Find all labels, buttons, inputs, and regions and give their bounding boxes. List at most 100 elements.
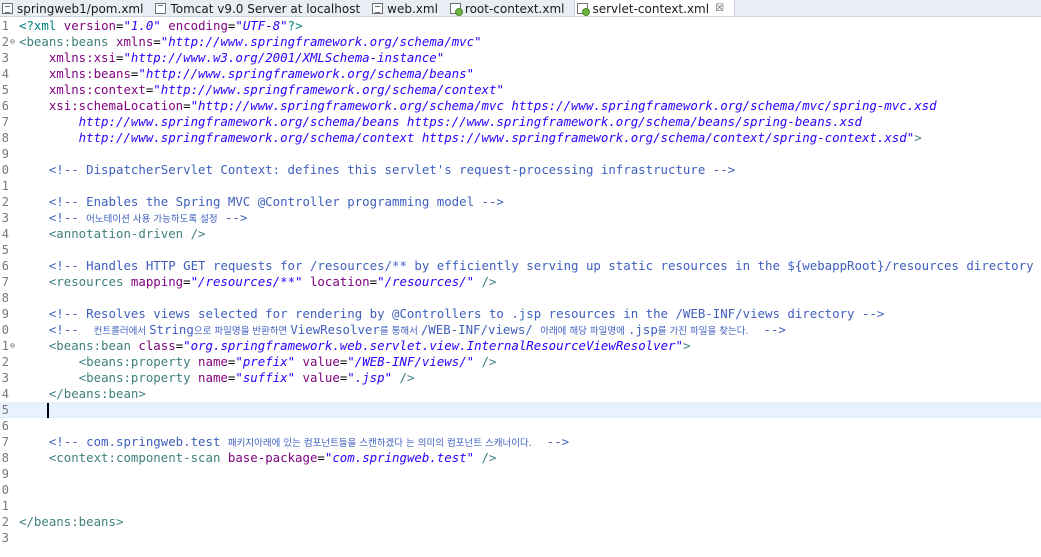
code-token: location xyxy=(309,274,370,289)
code-token: <!-- xyxy=(48,210,87,225)
code-line[interactable]: 2 <beans:property name="prefix" value="/… xyxy=(0,354,1041,370)
line-number: 9 xyxy=(1,307,9,321)
code-token: /> xyxy=(474,274,497,289)
line-number: 7 xyxy=(1,115,9,129)
code-token: ViewResolver xyxy=(290,322,380,337)
fold-toggle-icon[interactable]: ⊖ xyxy=(10,34,15,50)
code-line[interactable]: 8 http://www.springframework.org/schema/… xyxy=(0,130,1041,146)
code-token: /> xyxy=(474,450,497,465)
code-line[interactable]: 3 xmlns:xsi="http://www.w3.org/2001/XMLS… xyxy=(0,50,1041,66)
code-text: <!-- Handles HTTP GET requests for /reso… xyxy=(19,258,1041,274)
line-number: 9 xyxy=(1,467,9,481)
tab-root-context-xml[interactable]: root-context.xml xyxy=(448,0,575,16)
code-line[interactable]: 6 xsi:schemaLocation="http://www.springf… xyxy=(0,98,1041,114)
code-token: <!-- Enables the Spring MVC @Controller … xyxy=(48,194,504,209)
code-line[interactable]: 8 xyxy=(0,290,1041,306)
code-token: 으로 파일명을 반환하면 xyxy=(193,326,291,337)
code-token: <resources xyxy=(48,274,131,289)
line-number: 1 xyxy=(1,499,9,513)
code-line[interactable]: 4 <annotation-driven /> xyxy=(0,226,1041,242)
line-number: 0 xyxy=(1,163,9,177)
code-token: <!-- DispatcherServlet Context: defines … xyxy=(48,162,736,177)
code-line[interactable]: 5 xmlns:context="http://www.springframew… xyxy=(0,82,1041,98)
line-number: 8 xyxy=(1,131,9,145)
code-line[interactable]: 0 <!-- 컨트롤러에서 String으로 파일명을 반환하면 ViewRes… xyxy=(0,322,1041,338)
code-line[interactable]: 6 <!-- Handles HTTP GET requests for /re… xyxy=(0,258,1041,274)
fold-toggle-icon[interactable]: ⊖ xyxy=(10,338,15,354)
xml-file-icon xyxy=(2,3,13,14)
code-line[interactable]: 7 <resources mapping="/resources/**" loc… xyxy=(0,274,1041,290)
line-number: 8 xyxy=(1,291,9,305)
code-line[interactable]: 9 xyxy=(0,466,1041,482)
code-line[interactable]: 1 <?xml version="1.0" encoding="UTF-8"?> xyxy=(0,18,1041,34)
line-number: 8 xyxy=(1,451,9,465)
code-line[interactable]: 8 <context:component-scan base-package="… xyxy=(0,450,1041,466)
code-token: "org.springframework.web.servlet.view.In… xyxy=(183,338,683,353)
code-line[interactable]: 9 <!-- Resolves views selected for rende… xyxy=(0,306,1041,322)
code-token: > xyxy=(682,338,691,353)
code-token: "/resources/**" xyxy=(190,274,303,289)
code-line[interactable]: 0 xyxy=(0,482,1041,498)
code-token: "1.0" xyxy=(123,18,161,33)
tab-springweb1-pom-xml[interactable]: springweb1/pom.xml xyxy=(0,0,153,16)
tab-servlet-context-xml[interactable]: servlet-context.xml ☒ xyxy=(574,0,736,16)
code-token: /> xyxy=(474,354,497,369)
code-line[interactable]: 5 xyxy=(0,242,1041,258)
code-line[interactable]: 4 </beans:bean> xyxy=(0,386,1041,402)
code-token: ".jsp" xyxy=(347,370,393,385)
tab-tomcat-v9-0-server-at-localhost[interactable]: Tomcat v9.0 Server at localhost xyxy=(153,0,370,16)
code-line[interactable]: 3 <beans:property name="suffix" value=".… xyxy=(0,370,1041,386)
tab-web-xml[interactable]: web.xml xyxy=(370,0,448,16)
code-token: <!-- Handles HTTP GET requests for /reso… xyxy=(48,258,1041,273)
code-line[interactable]: 7 <!-- com.springweb.test 패키지아래에 있는 컴포넌트… xyxy=(0,434,1041,450)
code-line[interactable]: 1 ⊖ <beans:bean class="org.springframewor… xyxy=(0,338,1041,354)
code-line[interactable]: 9 xyxy=(0,146,1041,162)
code-token: http://www.springframework.org/schema/be… xyxy=(19,114,862,129)
xml-file-icon xyxy=(372,3,384,14)
code-text: xmlns:beans="http://www.springframework.… xyxy=(19,66,474,82)
code-line[interactable]: 3 <!-- 어노테이션 사용 가능하도록 설정 --> xyxy=(0,210,1041,226)
code-token: 를 통해서 xyxy=(379,326,421,337)
code-line[interactable]: 5 xyxy=(0,402,1041,418)
code-token: name xyxy=(198,354,228,369)
code-token: xmlns xyxy=(115,34,154,49)
code-line[interactable]: 4 xmlns:beans="http://www.springframewor… xyxy=(0,66,1041,82)
code-line[interactable]: 0 <!-- DispatcherServlet Context: define… xyxy=(0,162,1041,178)
code-line[interactable]: 1 xyxy=(0,498,1041,514)
code-token: "http://www.w3.org/2001/XMLSchema-instan… xyxy=(123,50,445,65)
code-line[interactable]: 1 xyxy=(0,178,1041,194)
code-line[interactable]: 2 ⊖ <beans:beans xmlns="http://www.springf… xyxy=(0,34,1041,50)
line-number: 0 xyxy=(1,483,9,497)
code-line[interactable]: 7 http://www.springframework.org/schema/… xyxy=(0,114,1041,130)
tab-label: servlet-context.xml xyxy=(592,1,710,16)
code-token: "http://www.springframework.org/schema/m… xyxy=(160,34,482,49)
code-token: version xyxy=(63,18,116,33)
line-number: 7 xyxy=(1,435,9,449)
line-number: 5 xyxy=(1,243,9,257)
code-token: value xyxy=(302,354,340,369)
code-token: --> xyxy=(748,322,786,337)
line-number: 2 xyxy=(1,35,9,49)
code-line[interactable]: 2 </beans:beans> xyxy=(0,514,1041,530)
code-text: <beans:beans xmlns="http://www.springfra… xyxy=(19,34,482,50)
code-text: <beans:bean class="org.springframework.w… xyxy=(19,338,691,354)
code-text: http://www.springframework.org/schema/co… xyxy=(19,130,922,146)
close-tab-icon[interactable]: ☒ xyxy=(715,3,724,14)
line-number: 3 xyxy=(1,211,9,225)
code-token: mapping xyxy=(130,274,184,289)
line-number: 4 xyxy=(1,387,9,401)
code-token: /> xyxy=(392,370,415,385)
code-token: xmlns:xsi xyxy=(48,50,116,65)
tab-label: web.xml xyxy=(387,1,438,16)
code-text: </beans:bean> xyxy=(19,386,146,402)
server-icon xyxy=(155,3,167,14)
code-token: .jsp xyxy=(627,322,658,337)
code-line[interactable]: 6 xyxy=(0,418,1041,434)
code-editor[interactable]: 1 <?xml version="1.0" encoding="UTF-8"?> 2… xyxy=(0,18,1041,557)
code-line[interactable]: 3 xyxy=(0,530,1041,546)
code-line[interactable]: 2 <!-- Enables the Spring MVC @Controlle… xyxy=(0,194,1041,210)
code-token: ?> xyxy=(287,18,303,33)
